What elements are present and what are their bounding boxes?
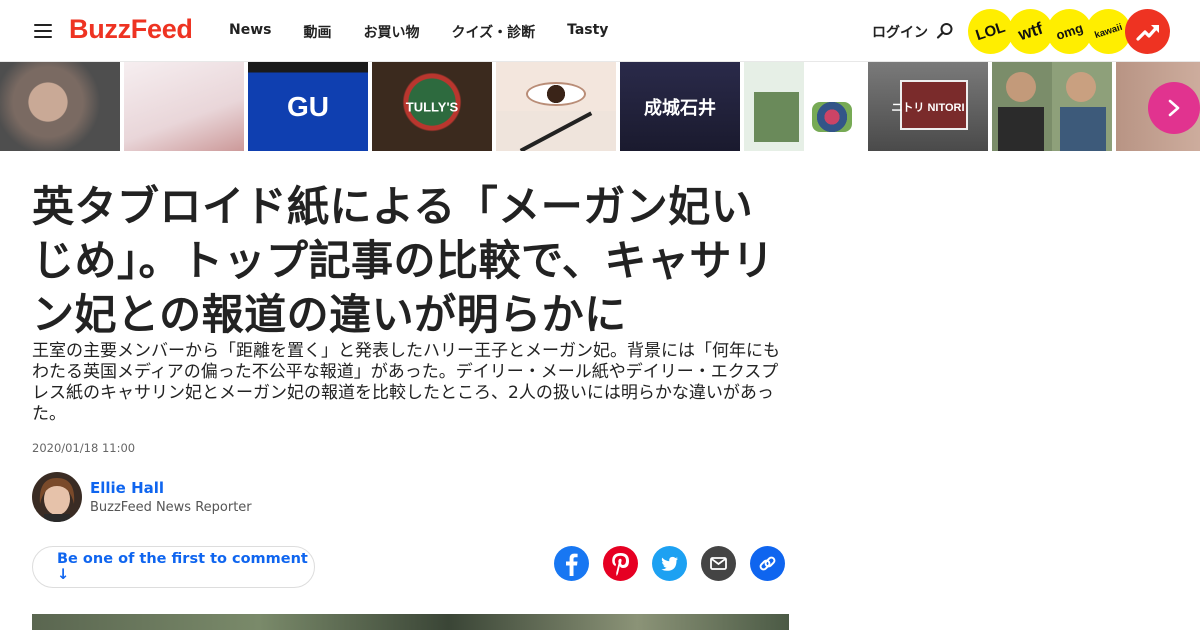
thumb-2[interactable] [124,62,244,151]
strip-next-button[interactable] [1148,82,1200,134]
hero-image [32,614,789,630]
nav-item-shopping[interactable]: お買い物 [363,22,419,42]
nav-item-tasty[interactable]: Tasty [567,22,608,42]
thumb-7[interactable] [744,62,864,151]
search-icon[interactable] [936,22,954,40]
email-share-button[interactable] [701,546,736,581]
login-link[interactable]: ログイン [872,22,928,42]
chevron-right-icon [1168,99,1180,117]
thumb-5[interactable] [496,62,616,151]
facebook-icon [566,553,578,576]
thumb-8[interactable]: ニトリ NITORI [868,62,988,151]
hamburger-menu-icon[interactable] [34,24,52,38]
publish-date: 2020/01/18 11:00 [32,441,136,455]
trending-icon[interactable] [1125,9,1170,54]
buzzfeed-logo[interactable]: BuzzFeed [69,14,193,45]
copy-link-button[interactable] [750,546,785,581]
nav-item-quiz[interactable]: クイズ・診断 [451,22,535,42]
thumb-3[interactable]: GU [248,62,368,151]
author-avatar[interactable] [32,472,82,522]
trending-strip: GU TULLY'S 成城石井 ニトリ NITORI [0,62,1200,151]
nav-item-video[interactable]: 動画 [303,22,331,42]
link-icon [759,556,776,571]
thumb-4[interactable]: TULLY'S [372,62,492,151]
twitter-icon [661,556,678,571]
author-name[interactable]: Ellie Hall [90,479,164,497]
email-icon [710,557,727,570]
main-nav: News 動画 お買い物 クイズ・診断 Tasty [229,22,640,42]
article-description: 王室の主要メンバーから「距離を置く」と発表したハリー王子とメーガン妃。背景には「… [32,341,780,424]
thumb-1[interactable] [0,62,120,151]
article-title: 英タブロイド紙による「メーガン妃いじめ」。トップ記事の比較で、キャサリン妃との報… [32,182,775,339]
facebook-share-button[interactable] [554,546,589,581]
comment-button[interactable]: Be one of the first to comment ↓ [32,546,315,588]
reaction-badges: LOL wtf omg kawaii [962,3,1170,60]
thumb-9[interactable] [992,62,1112,151]
thumb-6[interactable]: 成城石井 [620,62,740,151]
twitter-share-button[interactable] [652,546,687,581]
author-role: BuzzFeed News Reporter [90,500,252,515]
site-header: BuzzFeed News 動画 お買い物 クイズ・診断 Tasty ログイン … [0,0,1200,62]
pinterest-icon [612,553,629,576]
pinterest-share-button[interactable] [603,546,638,581]
nav-item-news[interactable]: News [229,22,271,42]
